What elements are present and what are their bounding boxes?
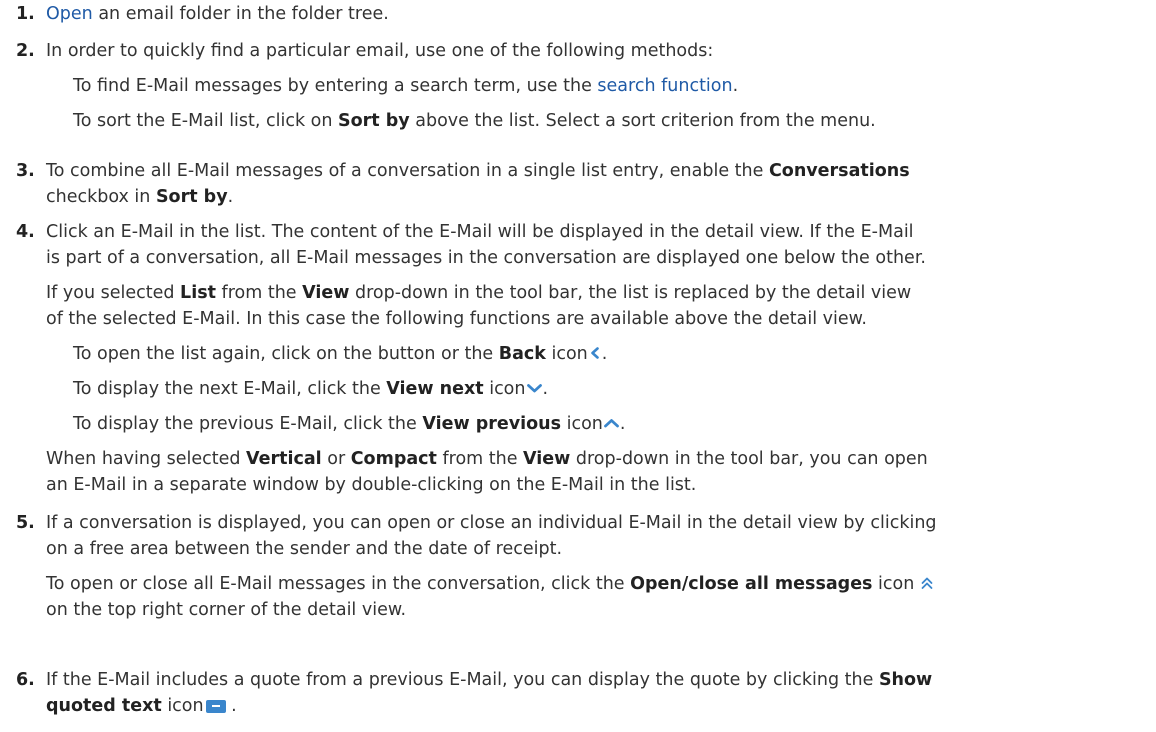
sub-item-sort: To sort the E-Mail list, click on Sort b… xyxy=(73,111,876,131)
sub-item-search: To find E-Mail messages by entering a se… xyxy=(73,76,739,96)
step-number: 5. xyxy=(16,513,35,533)
chevron-up-icon xyxy=(604,419,619,428)
step-number: 1. xyxy=(16,4,35,24)
step-text: In order to quickly find a particular em… xyxy=(46,41,714,61)
step-text-line-2: on a free area between the sender and th… xyxy=(46,539,563,559)
sub-item-back: To open the list again, click on the but… xyxy=(73,344,608,364)
step-number: 2. xyxy=(16,41,35,61)
sub-item-next: To display the next E-Mail, click the Vi… xyxy=(73,379,549,399)
step-text-line-1: If the E-Mail includes a quote from a pr… xyxy=(46,670,933,690)
quoted-text-icon xyxy=(205,699,226,713)
help-document: 1. Open an email folder in the folder tr… xyxy=(0,0,1156,732)
step-text: Open an email folder in the folder tree. xyxy=(46,4,389,24)
chevron-down-icon xyxy=(526,384,542,393)
step-text-line-2: quoted text icon . xyxy=(46,696,237,716)
step-number: 3. xyxy=(16,161,35,181)
open-link[interactable]: Open xyxy=(46,4,93,24)
search-function-link[interactable]: search function xyxy=(597,76,732,96)
step-text-line-2: checkbox in Sort by. xyxy=(46,187,234,207)
step-text-line-3: If you selected List from the View drop-… xyxy=(46,283,912,303)
step-text-line-4: of the selected E-Mail. In this case the… xyxy=(46,309,867,329)
step-number: 4. xyxy=(16,222,35,242)
step-text-line-1: Click an E-Mail in the list. The content… xyxy=(46,222,914,242)
double-chevron-up-icon xyxy=(921,577,933,589)
step-text-line-2: is part of a conversation, all E-Mail me… xyxy=(46,248,926,268)
step-text-line-4: on the top right corner of the detail vi… xyxy=(46,600,407,620)
step-text-line-5: When having selected Vertical or Compact… xyxy=(46,449,928,469)
sub-item-previous: To display the previous E-Mail, click th… xyxy=(73,414,626,434)
step-text-line-6: an E-Mail in a separate window by double… xyxy=(46,475,697,495)
chevron-left-icon xyxy=(590,347,599,359)
step-text-line-3: To open or close all E-Mail messages in … xyxy=(46,571,934,597)
step-number: 6. xyxy=(16,670,35,690)
step-text-line-1: If a conversation is displayed, you can … xyxy=(46,513,937,533)
step-text-line-1: To combine all E-Mail messages of a conv… xyxy=(46,161,910,181)
